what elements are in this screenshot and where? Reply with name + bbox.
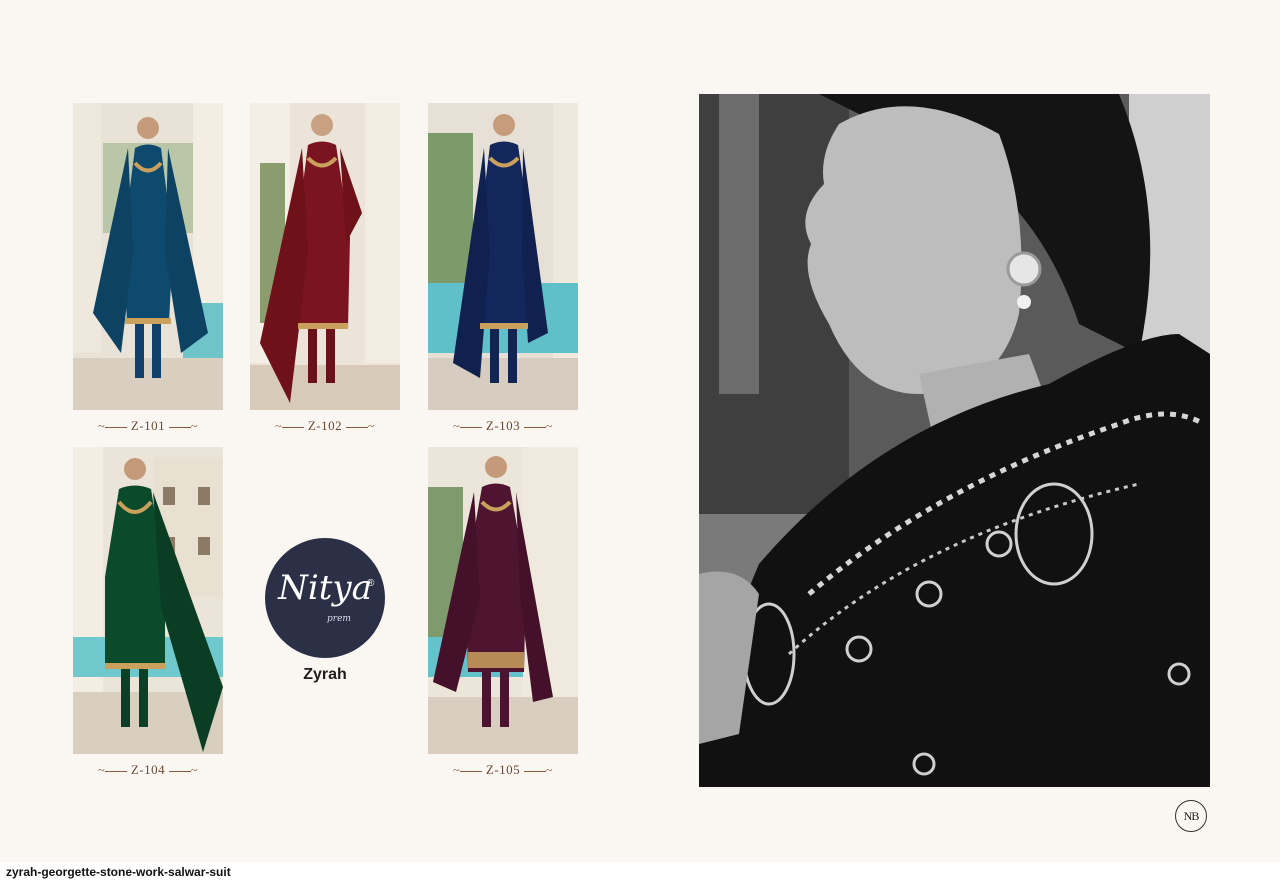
image-caption: zyrah-georgette-stone-work-salwar-suit	[6, 865, 231, 879]
ornament-icon: ~	[545, 763, 553, 777]
ornament-icon: ~	[98, 419, 106, 433]
product-image-z102[interactable]	[250, 103, 400, 410]
product-code-z102: ~ Z-102 ~	[275, 418, 375, 433]
ornament-icon: ~	[275, 419, 283, 433]
product-image-z105[interactable]	[428, 447, 578, 754]
ornament-icon: ~	[98, 763, 106, 777]
brand-logo-subtext: prem	[327, 614, 351, 624]
collection-title: Zyrah	[303, 666, 347, 683]
product-image-z101[interactable]	[73, 103, 223, 410]
catalog-page: ~ Z-101 ~ ~ Z-102 ~ ~ Z-103 ~ ~ Z-104 ~ …	[0, 0, 1280, 862]
product-code-z104: ~ Z-104 ~	[98, 762, 198, 777]
product-code-z101: ~ Z-101 ~	[98, 418, 198, 433]
ornament-icon: ~	[545, 419, 553, 433]
product-code-z105: ~ Z-105 ~	[453, 762, 553, 777]
ornament-icon: ~	[190, 763, 198, 777]
product-code-z103: ~ Z-103 ~	[453, 418, 553, 433]
ornament-icon: ~	[453, 763, 461, 777]
ornament-icon: ~	[367, 419, 375, 433]
monogram-badge: NB	[1175, 800, 1207, 832]
registered-mark: ®	[367, 578, 375, 589]
ornament-icon: ~	[190, 419, 198, 433]
ornament-icon: ~	[453, 419, 461, 433]
product-image-z103[interactable]	[428, 103, 578, 410]
product-image-z104[interactable]	[73, 447, 223, 754]
hero-photo	[699, 94, 1210, 787]
brand-logo: Nitya ® prem	[265, 538, 385, 658]
